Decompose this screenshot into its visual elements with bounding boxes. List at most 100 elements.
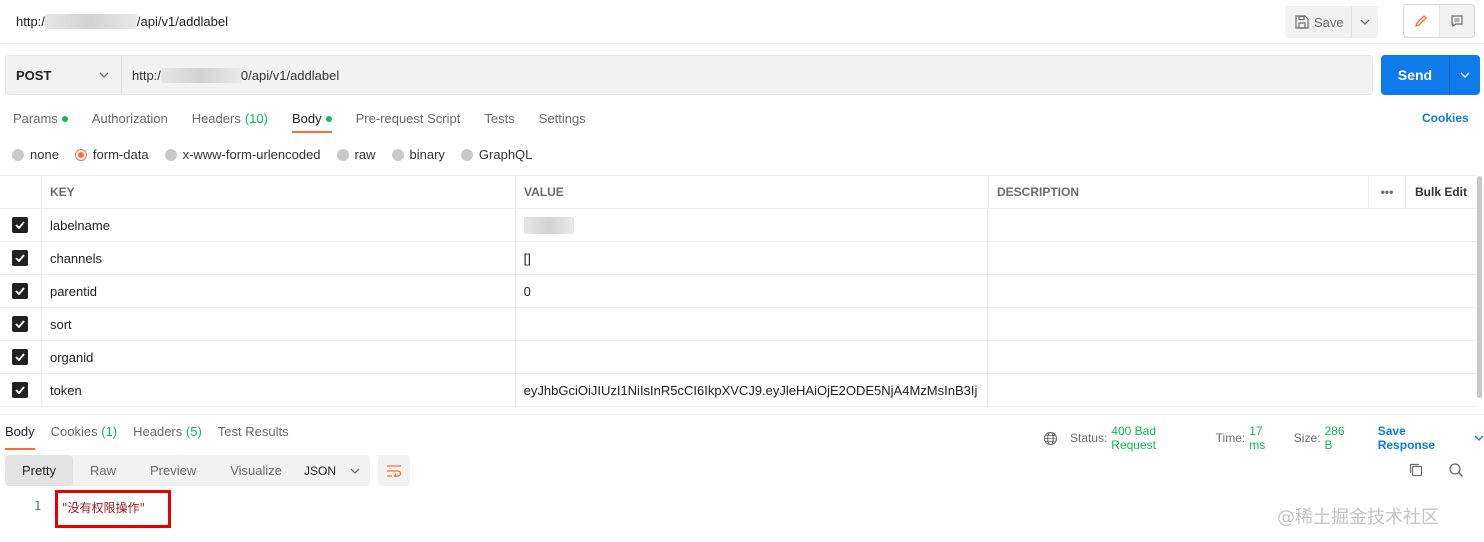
value-cell[interactable]: [] [516, 242, 989, 274]
radio-icon [164, 148, 177, 161]
time-label: Time: [1215, 431, 1246, 445]
row-checkbox-cell [0, 341, 42, 373]
header-value: VALUE [516, 176, 989, 208]
radio-none[interactable]: none [12, 147, 59, 162]
response-tab-headers[interactable]: Headers (5) [133, 424, 202, 439]
header-checkbox-column [0, 176, 42, 208]
format-preview[interactable]: Preview [133, 455, 213, 486]
value-cell[interactable] [516, 341, 989, 373]
radio-label: none [30, 147, 59, 162]
save-response-button[interactable]: Save Response [1378, 424, 1484, 452]
tab-count: (5) [185, 424, 202, 439]
request-name[interactable]: http:/ /api/v1/addlabel [16, 14, 228, 29]
key-cell[interactable]: parentid [42, 275, 516, 307]
checkbox-checked[interactable] [12, 250, 29, 266]
chevron-down-icon [1474, 435, 1484, 441]
key-cell[interactable]: token [42, 374, 516, 406]
checkbox-checked[interactable] [12, 349, 29, 365]
radio-icon [391, 148, 404, 161]
tab-headers[interactable]: Headers (10) [192, 108, 268, 132]
description-cell[interactable] [988, 242, 1476, 274]
radio-selected-icon [74, 148, 87, 161]
send-button-group: Send [1381, 55, 1480, 95]
tab-pre-request-script[interactable]: Pre-request Script [356, 108, 461, 132]
cookies-link[interactable]: Cookies [1422, 111, 1469, 125]
tab-settings[interactable]: Settings [539, 108, 586, 132]
row-checkbox-cell [0, 242, 42, 274]
tab-authorization[interactable]: Authorization [92, 108, 168, 132]
format-raw[interactable]: Raw [73, 455, 133, 486]
response-body-editor[interactable]: 1 "没有权限操作" [0, 496, 1484, 518]
response-tabs: Body Cookies (1) Headers (5) Test Result… [5, 424, 305, 450]
checkmark-icon [15, 320, 26, 328]
radio-graphql[interactable]: GraphQL [460, 147, 532, 162]
value-cell[interactable] [516, 209, 989, 241]
method-select[interactable]: POST [6, 56, 122, 94]
description-cell[interactable] [988, 374, 1476, 406]
save-options-button[interactable] [1352, 6, 1378, 38]
url-prefix: http:/ [132, 67, 161, 83]
tab-params[interactable]: Params [13, 108, 68, 132]
chevron-down-icon [1460, 72, 1470, 78]
description-cell[interactable] [988, 209, 1476, 241]
radio-raw[interactable]: raw [336, 147, 376, 162]
key-cell[interactable]: channels [42, 242, 516, 274]
view-mode-toggle [1403, 4, 1475, 38]
response-tab-body[interactable]: Body [5, 424, 35, 450]
format-pretty[interactable]: Pretty [5, 455, 73, 486]
key-cell[interactable]: sort [42, 308, 516, 340]
bulk-edit-button[interactable]: Bulk Edit [1406, 176, 1476, 208]
send-button[interactable]: Send [1381, 55, 1450, 95]
value-cell[interactable] [516, 308, 989, 340]
checkmark-icon [15, 353, 26, 361]
wrap-lines-button[interactable] [378, 455, 410, 486]
key-cell[interactable]: organid [42, 341, 516, 373]
checkbox-checked[interactable] [12, 283, 29, 299]
tab-tests[interactable]: Tests [484, 108, 514, 132]
redacted-value [523, 216, 574, 234]
save-label: Save [1314, 14, 1344, 30]
radio-binary[interactable]: binary [391, 147, 445, 162]
url-input[interactable]: http:/ 0/api/v1/addlabel [122, 56, 1372, 94]
time-value[interactable]: 17 ms [1249, 424, 1282, 452]
value-cell[interactable]: eyJhbGciOiJIUzI1NiIsInR5cCI6IkpXVCJ9.eyJ… [516, 374, 989, 406]
table-row: organid [0, 341, 1476, 374]
save-button[interactable]: Save [1285, 6, 1352, 38]
size-value[interactable]: 286 B [1324, 424, 1355, 452]
more-options-icon[interactable]: ••• [1369, 176, 1406, 208]
checkbox-checked[interactable] [12, 382, 29, 398]
response-tab-cookies[interactable]: Cookies (1) [51, 424, 117, 439]
search-icon[interactable] [1448, 462, 1464, 478]
checkbox-checked[interactable] [12, 316, 29, 332]
request-tabs: Params Authorization Headers (10) Body Pr… [13, 108, 610, 133]
status-value[interactable]: 400 Bad Request [1111, 424, 1203, 452]
table-row: parentid 0 [0, 275, 1476, 308]
active-indicator-dot [61, 116, 68, 122]
pencil-icon [1415, 15, 1428, 28]
table-scrollbar[interactable] [1477, 176, 1482, 398]
description-cell[interactable] [988, 275, 1476, 307]
checkbox-checked[interactable] [12, 217, 29, 233]
save-response-label: Save Response [1377, 424, 1436, 452]
save-icon [1295, 15, 1309, 29]
description-cell[interactable] [988, 341, 1476, 373]
response-meta: Status: 400 Bad Request Time: 17 ms Size… [1043, 424, 1484, 452]
format-visualize[interactable]: Visualize [213, 455, 299, 486]
edit-mode-button[interactable] [1404, 5, 1440, 37]
chevron-down-icon [1360, 19, 1370, 25]
tab-label: Test Results [217, 424, 289, 439]
tab-body[interactable]: Body [291, 108, 332, 133]
response-tab-test-results[interactable]: Test Results [218, 424, 289, 439]
globe-icon[interactable] [1043, 431, 1058, 446]
radio-form-data[interactable]: form-data [74, 147, 149, 162]
copy-icon[interactable] [1408, 462, 1424, 478]
value-cell[interactable]: 0 [516, 275, 989, 307]
key-cell[interactable]: labelname [42, 209, 516, 241]
language-select[interactable]: JSON [294, 455, 370, 486]
send-options-button[interactable] [1450, 55, 1480, 95]
radio-x-www-form-urlencoded[interactable]: x-www-form-urlencoded [164, 147, 321, 162]
row-checkbox-cell [0, 275, 42, 307]
description-cell[interactable] [988, 308, 1476, 340]
body-type-selector: none form-data x-www-form-urlencoded raw… [12, 147, 548, 162]
documentation-mode-button[interactable] [1439, 5, 1474, 37]
